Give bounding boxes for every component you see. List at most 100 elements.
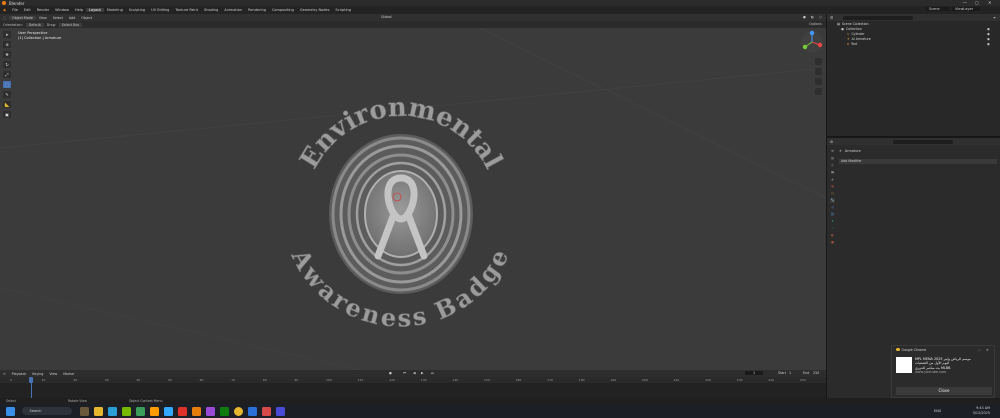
properties-search-input[interactable]: [893, 139, 954, 144]
chrome-notification[interactable]: Google Chrome ⋯ ✕ موسم الرياض وايبر MPL …: [891, 345, 995, 398]
app-icon[interactable]: [135, 406, 145, 416]
tab-texture-paint[interactable]: Texture Paint: [172, 8, 201, 12]
nvidia-icon[interactable]: [121, 406, 131, 416]
close-window-button[interactable]: ✕: [988, 0, 991, 5]
output-tab-icon[interactable]: ⎙: [830, 163, 835, 168]
menu-render[interactable]: Render: [34, 8, 52, 12]
view-layer-selector[interactable]: ViewLayer: [952, 7, 980, 11]
minimize-button[interactable]: —: [963, 0, 967, 5]
menu-help[interactable]: Help: [72, 8, 86, 12]
play-icon[interactable]: ▶: [418, 371, 427, 375]
rotate-tool-icon[interactable]: ↻: [3, 61, 11, 68]
jump-start-icon[interactable]: ⏮: [400, 371, 409, 375]
visibility-icon[interactable]: ◉: [987, 42, 990, 46]
illustrator-icon[interactable]: [149, 406, 159, 416]
timeline-area[interactable]: 0 10 20 30 40 50 60 70 80 90 100 110 120 130 140 150 160…: [0, 377, 826, 398]
select-tool-icon[interactable]: ➤: [3, 31, 11, 38]
tab-scripting[interactable]: Scripting: [332, 8, 354, 12]
transform-tool-icon[interactable]: ⬚: [3, 81, 11, 88]
menu-keying[interactable]: Keying: [29, 372, 46, 376]
menu-select[interactable]: Select: [50, 16, 66, 20]
timeline-editor-icon[interactable]: ⏱: [0, 372, 9, 376]
windows-start-icon[interactable]: [6, 406, 15, 416]
physics-tab-icon[interactable]: ◎: [830, 205, 835, 210]
app-icon[interactable]: [275, 406, 285, 416]
tab-rendering[interactable]: Rendering: [245, 8, 269, 12]
start-frame-field[interactable]: 1: [786, 371, 794, 375]
file-explorer-icon[interactable]: [93, 406, 103, 416]
transform-orientation-selector[interactable]: Global: [378, 15, 395, 19]
object-tab-icon[interactable]: ▢: [830, 191, 835, 196]
xbox-icon[interactable]: [219, 406, 229, 416]
move-tool-icon[interactable]: ✥: [3, 51, 11, 58]
record-icon[interactable]: ●: [386, 371, 395, 375]
jump-end-icon[interactable]: ⏭: [428, 371, 437, 375]
texture-tab-icon[interactable]: ▩: [830, 240, 835, 245]
menu-object[interactable]: Object: [78, 16, 95, 20]
photoshop-icon[interactable]: [163, 406, 173, 416]
tab-sculpting[interactable]: Sculpting: [125, 8, 149, 12]
perspective-toggle-icon[interactable]: [815, 88, 822, 95]
menu-file[interactable]: File: [9, 8, 21, 12]
material-tab-icon[interactable]: ◐: [830, 233, 835, 238]
edge-icon[interactable]: [107, 406, 117, 416]
scene-selector[interactable]: Scene: [926, 7, 950, 11]
outliner-row-text[interactable]: a Text ◉: [827, 41, 1000, 46]
cursor-tool-icon[interactable]: ⊕: [3, 41, 11, 48]
add-modifier-dropdown[interactable]: Add Modifier: [839, 159, 997, 164]
tab-compositing[interactable]: Compositing: [268, 8, 297, 12]
menu-edit[interactable]: Edit: [21, 8, 34, 12]
3d-viewport[interactable]: Environmental Awareness Badge: [0, 28, 826, 370]
tab-animation[interactable]: Animation: [221, 8, 246, 12]
visibility-icon[interactable]: ◉: [987, 37, 990, 41]
notification-close-icon[interactable]: ✕: [986, 348, 989, 352]
menu-add[interactable]: Add: [66, 16, 78, 20]
widgets-icon[interactable]: [79, 406, 89, 416]
app-icon[interactable]: [247, 406, 257, 416]
measure-tool-icon[interactable]: 📐: [3, 101, 11, 108]
visibility-icon[interactable]: ◉: [987, 32, 990, 36]
visibility-icon[interactable]: ◉: [987, 27, 990, 31]
shading-rendered-icon[interactable]: ○: [816, 15, 825, 19]
outliner-editor-icon[interactable]: ☰: [830, 16, 833, 20]
tab-layout[interactable]: Layout: [85, 8, 104, 12]
menu-window[interactable]: Window: [52, 8, 72, 12]
menu-view-timeline[interactable]: View: [46, 372, 60, 376]
options-dropdown[interactable]: Options: [806, 22, 825, 26]
data-tab-icon[interactable]: ✶: [830, 219, 835, 224]
tab-uv-editing[interactable]: UV Editing: [148, 8, 173, 12]
pan-icon[interactable]: [815, 68, 822, 75]
notification-close-button[interactable]: Close: [896, 387, 992, 395]
blender-taskbar-icon[interactable]: [191, 406, 201, 416]
view-layer-tab-icon[interactable]: ▦: [830, 170, 835, 175]
orientation-selector[interactable]: Default: [25, 22, 44, 27]
modifier-tab-icon[interactable]: 🔧: [830, 198, 835, 203]
constraints-tab-icon[interactable]: ⛓: [830, 212, 835, 217]
filter-icon[interactable]: ⏷: [993, 16, 996, 20]
tab-shading[interactable]: Shading: [201, 8, 222, 12]
add-cube-tool-icon[interactable]: ▣: [3, 111, 11, 118]
language-indicator[interactable]: ENG: [934, 409, 941, 413]
mode-selector[interactable]: Object Mode: [9, 15, 36, 20]
chrome-taskbar-icon[interactable]: [233, 406, 243, 416]
tab-modeling[interactable]: Modeling: [103, 8, 126, 12]
taskbar-clock[interactable]: 9:43 AM 3/12/2025: [958, 406, 990, 415]
more-options-icon[interactable]: ⋯: [978, 348, 981, 352]
annotate-tool-icon[interactable]: ✎: [3, 91, 11, 98]
menu-playback[interactable]: Playback: [9, 372, 30, 376]
properties-editor-icon[interactable]: ⚙: [830, 140, 833, 144]
navigation-gizmo[interactable]: [801, 30, 823, 53]
scale-tool-icon[interactable]: ⤢: [3, 71, 11, 78]
app-icon[interactable]: [205, 406, 215, 416]
render-tab-icon[interactable]: ▥: [830, 156, 835, 161]
end-frame-field[interactable]: 250: [810, 371, 822, 375]
taskbar-search-box[interactable]: Search: [21, 407, 72, 415]
camera-view-icon[interactable]: [815, 78, 822, 85]
maximize-button[interactable]: ▢: [975, 0, 979, 5]
zoom-icon[interactable]: [815, 58, 822, 65]
outliner-search-input[interactable]: [843, 15, 914, 20]
editor-type-icon[interactable]: ⬚: [0, 16, 9, 20]
app-icon[interactable]: [261, 406, 271, 416]
tool-tab-icon[interactable]: ⚒: [830, 149, 835, 154]
bone-tab-icon[interactable]: ⟋: [830, 226, 835, 231]
